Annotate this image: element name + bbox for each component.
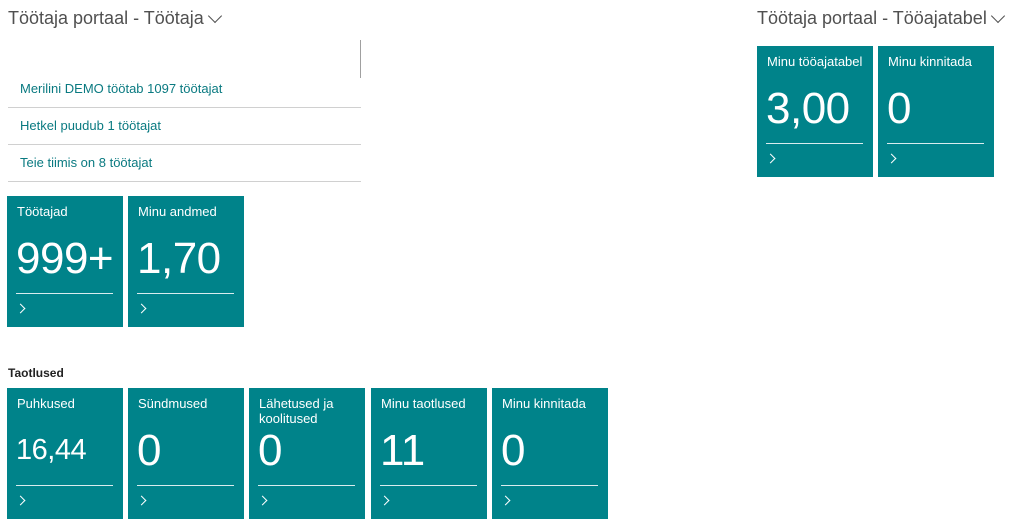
info-link-employee-count[interactable]: Merilini DEMO töötab 1097 töötajat — [8, 72, 361, 108]
tile-value: 16,44 — [16, 434, 87, 466]
chevron-right-icon — [136, 303, 147, 314]
tile-value: 0 — [137, 426, 161, 475]
tile-label: Lähetused ja koolitused — [259, 396, 334, 426]
chevron-right-icon — [379, 495, 390, 506]
tile-divider — [380, 485, 477, 486]
section-title-text: Töötaja portaal - Tööajatabel — [757, 8, 987, 28]
tile-label: Minu kinnitada — [888, 54, 972, 69]
tile-divider — [137, 293, 234, 294]
tile-label: Minu kinnitada — [502, 396, 586, 411]
tile-my-timesheet[interactable]: Minu tööajatabel 3,00 — [757, 46, 873, 177]
chevron-right-icon — [500, 495, 511, 506]
tile-label: Töötajad — [17, 204, 68, 219]
tile-my-requests[interactable]: Minu taotlused 11 — [371, 388, 487, 519]
tile-value: 0 — [258, 426, 282, 475]
tile-employees[interactable]: Töötajad 999+ — [7, 196, 123, 327]
chevron-right-icon — [15, 303, 26, 314]
tile-value: 11 — [380, 426, 425, 475]
chevron-down-icon — [207, 8, 222, 23]
tile-label: Minu tööajatabel — [767, 54, 863, 69]
group-label-requests: Taotlused — [8, 366, 64, 380]
tile-my-approvals-timesheet[interactable]: Minu kinnitada 0 — [878, 46, 994, 177]
tile-value: 0 — [501, 426, 525, 475]
tile-value: 0 — [887, 84, 911, 133]
tile-value: 999+ — [16, 234, 114, 283]
chevron-right-icon — [886, 153, 897, 164]
tile-divider — [887, 143, 984, 144]
chevron-right-icon — [136, 495, 147, 506]
chevron-down-icon — [990, 8, 1005, 23]
tile-divider — [501, 485, 598, 486]
tile-events[interactable]: Sündmused 0 — [128, 388, 244, 519]
tile-label: Minu andmed — [138, 204, 217, 219]
tile-value: 1,70 — [137, 234, 221, 283]
tile-divider — [16, 485, 113, 486]
section-title-employee[interactable]: Töötaja portaal - Töötaja — [8, 8, 222, 29]
tile-divider — [137, 485, 234, 486]
tile-vacations[interactable]: Puhkused 16,44 — [7, 388, 123, 519]
tile-label: Puhkused — [17, 396, 75, 411]
info-link-team-count[interactable]: Teie tiimis on 8 töötajat — [8, 146, 361, 182]
tile-divider — [766, 143, 863, 144]
chevron-right-icon — [765, 153, 776, 164]
section-title-text: Töötaja portaal - Töötaja — [8, 8, 204, 28]
section-title-timesheet[interactable]: Töötaja portaal - Tööajatabel — [757, 8, 1005, 29]
chevron-right-icon — [15, 495, 26, 506]
tile-label: Minu taotlused — [381, 396, 466, 411]
chevron-right-icon — [257, 495, 268, 506]
tile-my-data[interactable]: Minu andmed 1,70 — [128, 196, 244, 327]
tile-trips-trainings[interactable]: Lähetused ja koolitused 0 — [249, 388, 365, 519]
tile-divider — [16, 293, 113, 294]
tile-divider — [258, 485, 355, 486]
tile-my-approvals-requests[interactable]: Minu kinnitada 0 — [492, 388, 608, 519]
info-link-absent-count[interactable]: Hetkel puudub 1 töötajat — [8, 109, 361, 145]
tile-value: 3,00 — [766, 84, 850, 133]
tile-label: Sündmused — [138, 396, 208, 411]
